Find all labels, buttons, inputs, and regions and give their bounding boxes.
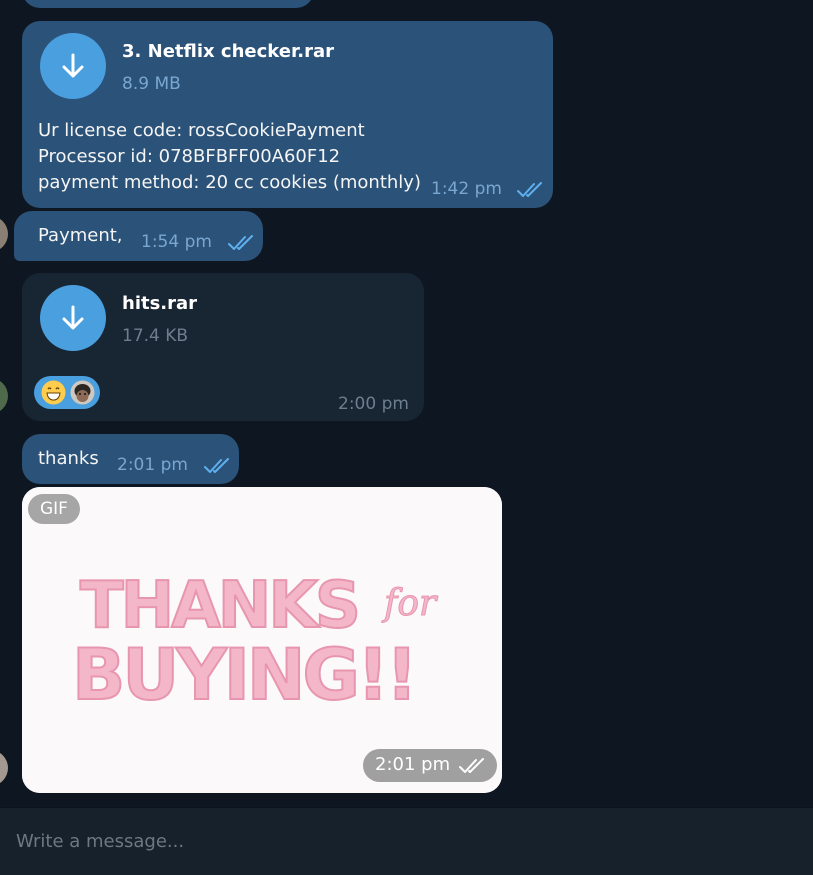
download-arrow-icon <box>62 53 84 78</box>
gif-message[interactable]: THANKS for BUYING!! GIF 2:01 pm <box>22 487 502 793</box>
message-time: 1:42 pm <box>431 179 502 199</box>
sender-avatar[interactable] <box>0 216 8 252</box>
file-name[interactable]: 3. Netflix checker.rar <box>122 41 334 62</box>
sender-avatar[interactable] <box>0 750 8 786</box>
file-name[interactable]: hits.rar <box>122 293 197 314</box>
grinning-emoji-icon <box>41 380 66 405</box>
chat-history[interactable]: 3. Netflix checker.rar 8.9 MB Ur license… <box>0 0 813 807</box>
file-size: 8.9 MB <box>122 74 181 94</box>
message-time: 2:00 pm <box>338 394 409 414</box>
gif-caption-buying: BUYING!! <box>72 634 415 716</box>
double-check-icon <box>228 235 253 250</box>
message-time: 2:01 pm <box>117 455 188 475</box>
gif-caption-thanks: THANKS <box>80 569 358 643</box>
message-text-line: Ur license code: rossCookiePayment <box>38 120 365 141</box>
file-size: 17.4 KB <box>122 326 189 346</box>
message-bubble[interactable]: Payment, 1:54 pm <box>14 211 263 261</box>
reaction-chip[interactable] <box>34 376 100 409</box>
message-input[interactable] <box>16 824 796 858</box>
user-avatar-icon <box>70 380 95 405</box>
gif-badge: GIF <box>28 494 80 524</box>
message-composer <box>0 807 813 875</box>
download-button[interactable] <box>40 285 106 351</box>
message-text: thanks <box>38 448 99 469</box>
gif-caption-for: for <box>381 583 438 624</box>
message-time: 2:01 pm <box>375 754 451 775</box>
message-bubble[interactable]: thanks 2:01 pm <box>22 434 239 484</box>
message-time: 1:54 pm <box>141 232 212 252</box>
download-button[interactable] <box>40 33 106 99</box>
message-bubble[interactable]: 3. Netflix checker.rar 8.9 MB Ur license… <box>22 21 553 208</box>
message-text-line: Processor id: 078BFBFF00A60F12 <box>38 146 341 167</box>
double-check-icon <box>204 458 229 473</box>
gif-animation: THANKS for BUYING!! <box>22 487 502 793</box>
message-text-line: payment method: 20 cc cookies (monthly) <box>38 172 421 193</box>
previous-message-bubble[interactable] <box>22 0 314 8</box>
double-check-icon <box>459 758 484 773</box>
double-check-icon <box>517 182 542 197</box>
message-text: Payment, <box>38 225 123 246</box>
sender-avatar[interactable] <box>0 378 8 414</box>
gif-timestamp: 2:01 pm <box>363 749 497 782</box>
download-arrow-icon <box>62 305 84 330</box>
